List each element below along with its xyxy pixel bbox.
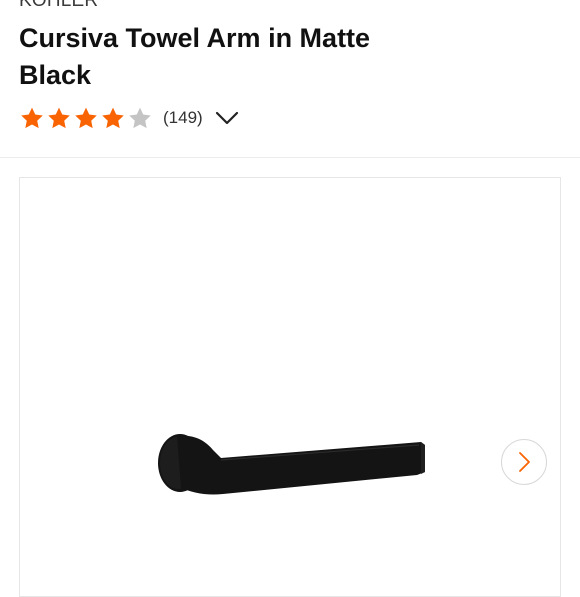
star-icon xyxy=(48,107,70,128)
chevron-right-icon xyxy=(519,452,530,472)
chevron-down-icon[interactable] xyxy=(215,108,239,128)
star-rating xyxy=(19,106,153,131)
rating-summary[interactable]: (149) xyxy=(19,105,239,131)
product-title: Cursiva Towel Arm in Matte Black xyxy=(19,23,371,90)
star-empty-icon xyxy=(129,107,151,128)
star-icon xyxy=(21,107,43,128)
star-icon xyxy=(102,107,124,128)
review-count[interactable]: (149) xyxy=(163,108,203,128)
product-image[interactable] xyxy=(153,418,433,508)
section-divider xyxy=(0,157,580,158)
brand-name[interactable]: KOHLER xyxy=(19,0,98,11)
star-icon xyxy=(75,107,97,128)
next-image-button[interactable] xyxy=(501,439,547,485)
product-image-carousel[interactable] xyxy=(19,177,561,597)
